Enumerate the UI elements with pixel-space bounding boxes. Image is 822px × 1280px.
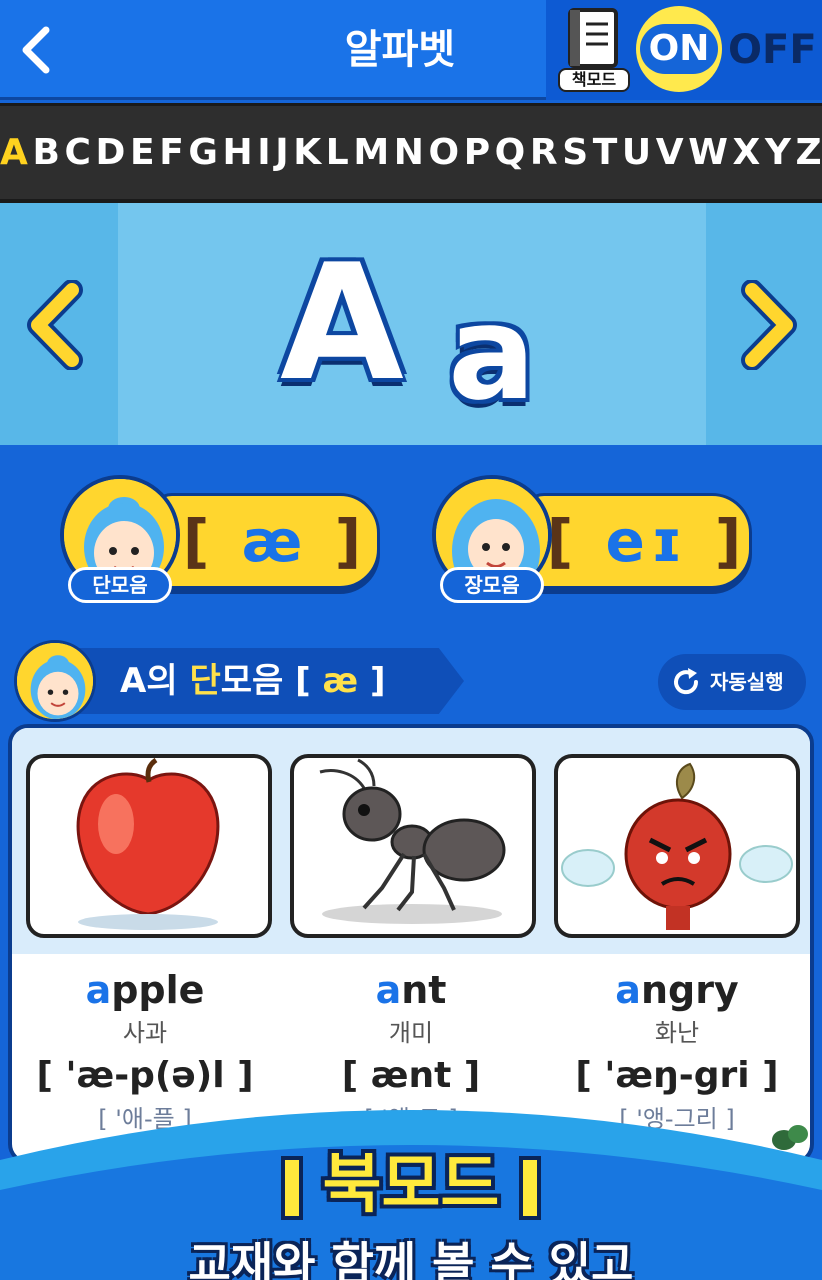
alphabet-letter-p[interactable]: P [464, 106, 490, 199]
apple-card[interactable] [26, 754, 272, 938]
chevron-right-icon [741, 279, 797, 371]
alphabet-letter-u[interactable]: U [622, 106, 651, 199]
section-header: A의 단모음 [ æ ] 자동실행 [14, 640, 822, 722]
alphabet-letter-f[interactable]: F [159, 106, 184, 199]
alphabet-bar: ABCDEFGHIJKLMNOPQRSTUVWXYZ [0, 103, 822, 203]
on-toggle[interactable]: ON [636, 6, 722, 92]
alphabet-letter-a[interactable]: A [0, 106, 28, 199]
alphabet-letter-y[interactable]: Y [765, 106, 791, 199]
page-title: 알파벳 [344, 27, 456, 73]
autoplay-button[interactable]: 자동실행 [658, 654, 806, 710]
word-cards-row [12, 728, 810, 954]
app-header: 알파벳 책모드 ON OFF [0, 0, 822, 100]
alphabet-letter-b[interactable]: B [32, 106, 59, 199]
alphabet-letter-w[interactable]: W [688, 106, 728, 199]
alphabet-letter-j[interactable]: J [275, 106, 288, 199]
alphabet-letter-s[interactable]: S [562, 106, 588, 199]
angry-character-image-icon [561, 762, 793, 930]
alphabet-letter-q[interactable]: Q [495, 106, 526, 199]
long-vowel-button[interactable]: [ eɪ ] 장모음 [432, 475, 762, 605]
word-english: apple [85, 968, 205, 1012]
short-vowel-button[interactable]: [ æ ] 단모음 [60, 475, 390, 605]
back-button[interactable] [8, 18, 62, 82]
word-meaning: 개미 [388, 1019, 434, 1047]
alphabet-letter-t[interactable]: T [593, 106, 618, 199]
on-label: ON [640, 24, 718, 74]
alphabet-letter-v[interactable]: V [656, 106, 684, 199]
alphabet-letter-g[interactable]: G [188, 106, 218, 199]
word-meaning: 사과 [122, 1019, 168, 1047]
mode-toggle-box: 책모드 ON OFF [546, 0, 822, 100]
ant-card[interactable] [290, 754, 536, 938]
book-mode-label: 책모드 [558, 68, 630, 92]
off-toggle[interactable]: OFF [728, 22, 818, 78]
prev-letter-button[interactable] [26, 279, 86, 371]
alphabet-letter-c[interactable]: C [65, 106, 91, 199]
vowel-badges: [ æ ] 단모음 [ eɪ ] 장모음 [0, 445, 822, 635]
angry-card[interactable] [554, 754, 800, 938]
alphabet-letter-l[interactable]: L [326, 106, 349, 199]
banner-bar-right [523, 1160, 538, 1217]
banner-title: 북모드 [0, 1140, 822, 1230]
letter-display-center: A a [118, 203, 706, 445]
letter-display-panel: A a [0, 203, 822, 445]
refresh-icon [674, 668, 699, 695]
alphabet-letter-n[interactable]: N [394, 106, 424, 199]
alphabet-letter-e[interactable]: E [130, 106, 155, 199]
book-icon [568, 8, 618, 68]
alphabet-letter-z[interactable]: Z [796, 106, 822, 199]
alphabet-letter-r[interactable]: R [530, 106, 558, 199]
girl-avatar-icon [14, 640, 96, 722]
chevron-left-icon [27, 279, 83, 371]
word-english: angry [615, 968, 739, 1012]
next-letter-button[interactable] [738, 279, 798, 371]
alphabet-letter-i[interactable]: I [257, 106, 270, 199]
chevron-left-icon [22, 26, 50, 74]
alphabet-letter-k[interactable]: K [293, 106, 321, 199]
lowercase-letter: a [448, 277, 536, 429]
alphabet-letter-o[interactable]: O [428, 106, 459, 199]
alphabet-letter-d[interactable]: D [96, 106, 126, 199]
alphabet-letter-x[interactable]: X [733, 106, 761, 199]
short-vowel-symbol: [ æ ] [182, 507, 368, 575]
section-title: A의 단모음 [ æ ] [120, 661, 386, 701]
uppercase-letter: A [280, 229, 404, 416]
word-meaning: 화난 [654, 1019, 700, 1047]
ant-image-icon [319, 758, 506, 924]
book-mode-button[interactable]: 책모드 [558, 6, 630, 94]
banner-bar-left [284, 1160, 299, 1217]
alphabet-letter-h[interactable]: H [223, 106, 253, 199]
long-vowel-tag: 장모음 [440, 567, 544, 603]
banner-subtitle: 교재와 함께 볼 수 있고 [188, 1237, 634, 1280]
word-english: ant [375, 968, 447, 1012]
apple-image-icon [76, 758, 220, 930]
short-vowel-tag: 단모음 [68, 567, 172, 603]
alphabet-letter-m[interactable]: M [353, 106, 389, 199]
autoplay-label: 자동실행 [710, 670, 784, 694]
long-vowel-symbol: [ eɪ ] [546, 507, 748, 575]
